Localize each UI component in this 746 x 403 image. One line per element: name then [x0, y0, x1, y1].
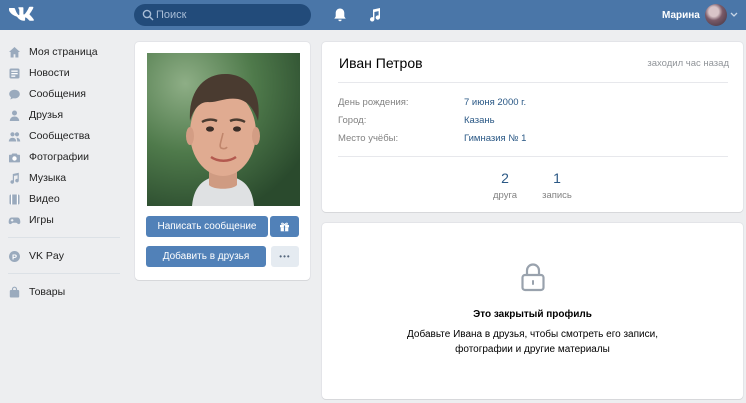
sidebar-item-goods[interactable]: Товары [0, 282, 120, 302]
friends-icon [9, 110, 20, 121]
music-icon [10, 172, 19, 184]
lock-icon [521, 263, 545, 292]
closed-profile-description: Добавьте Ивана в друзья, чтобы смотреть … [407, 329, 658, 355]
sidebar-item-label: Сообщества [29, 130, 90, 142]
sidebar-item-label: Друзья [29, 109, 64, 121]
groups-icon [8, 131, 21, 141]
header-user-name[interactable]: Марина [662, 10, 700, 21]
divider [338, 82, 728, 83]
sidebar-item-label: Сообщения [29, 88, 86, 100]
friends-counter[interactable]: 2 друга [480, 170, 530, 201]
city-label: Город: [338, 115, 367, 126]
vkpay-icon: P [9, 250, 20, 262]
posts-counter[interactable]: 1 запись [532, 170, 582, 201]
sidebar-item-label: Игры [29, 214, 54, 226]
sidebar-item-messages[interactable]: Сообщения [0, 84, 120, 104]
sidebar-item-label: Музыка [29, 172, 67, 184]
sidebar-item-my-page[interactable]: Моя страница [0, 42, 120, 62]
sidebar-item-label: Моя страница [29, 46, 98, 58]
sidebar-item-groups[interactable]: Сообщества [0, 126, 120, 146]
sidebar-item-music[interactable]: Музыка [0, 168, 120, 188]
sidebar-item-label: Видео [29, 193, 60, 205]
search-input[interactable] [156, 4, 306, 26]
chevron-down-icon[interactable] [730, 12, 738, 18]
profile-photo[interactable] [147, 53, 300, 206]
more-actions-button[interactable]: ••• [271, 246, 299, 267]
birthday-label: День рождения: [338, 97, 409, 108]
sidebar-item-news[interactable]: Новости [0, 63, 120, 83]
closed-profile-card: Это закрытый профиль Добавьте Ивана в др… [322, 223, 743, 399]
sidebar-item-friends[interactable]: Друзья [0, 105, 120, 125]
school-label: Место учёбы: [338, 133, 399, 144]
profile-photo-image [147, 53, 300, 206]
search-icon [142, 9, 154, 21]
vk-logo-icon[interactable] [8, 6, 34, 24]
sidebar-item-label: Фотографии [29, 151, 90, 163]
sidebar-item-label: Товары [29, 286, 66, 298]
sidebar-divider [8, 273, 120, 274]
profile-name: Иван Петров [339, 55, 423, 71]
friends-count-label: друга [492, 190, 517, 201]
sidebar-item-photos[interactable]: Фотографии [0, 147, 120, 167]
search-box[interactable] [134, 4, 311, 26]
bell-icon[interactable] [332, 7, 348, 23]
bag-icon [9, 286, 20, 297]
sidebar-item-label: VK Pay [29, 250, 65, 262]
header-avatar[interactable] [705, 4, 727, 26]
top-bar: Марина [0, 0, 746, 30]
school-value[interactable]: Гимназия № 1 [464, 133, 526, 144]
friends-count: 2 [501, 170, 509, 186]
divider [338, 156, 728, 157]
birthday-value[interactable]: 7 июня 2000 г. [464, 97, 526, 108]
sidebar-item-vkpay[interactable]: P VK Pay [0, 246, 120, 266]
news-icon [9, 68, 20, 78]
sidebar-item-video[interactable]: Видео [0, 189, 120, 209]
camera-icon [9, 153, 20, 162]
home-icon [9, 46, 20, 57]
profile-photo-card: Написать сообщение Добавить в друзья ••• [135, 42, 310, 280]
gamepad-icon [8, 217, 21, 224]
posts-count-label: запись [542, 190, 572, 201]
music-icon[interactable] [367, 7, 383, 23]
gift-icon [280, 222, 289, 232]
sidebar-item-label: Новости [29, 67, 70, 79]
city-value[interactable]: Казань [464, 115, 495, 126]
add-friend-button[interactable]: Добавить в друзья [146, 246, 266, 267]
svg-text:P: P [12, 252, 17, 261]
sidebar-divider [8, 237, 120, 238]
video-icon [9, 194, 20, 204]
sidebar-item-games[interactable]: Игры [0, 210, 120, 230]
last-seen-status: заходил час назад [647, 58, 729, 69]
gift-button[interactable] [270, 216, 299, 237]
closed-profile-title: Это закрытый профиль [473, 309, 592, 320]
profile-info-card: Иван Петров заходил час назад День рожде… [322, 42, 743, 212]
posts-count: 1 [553, 170, 561, 186]
write-message-button[interactable]: Написать сообщение [146, 216, 268, 237]
message-icon [9, 89, 20, 99]
